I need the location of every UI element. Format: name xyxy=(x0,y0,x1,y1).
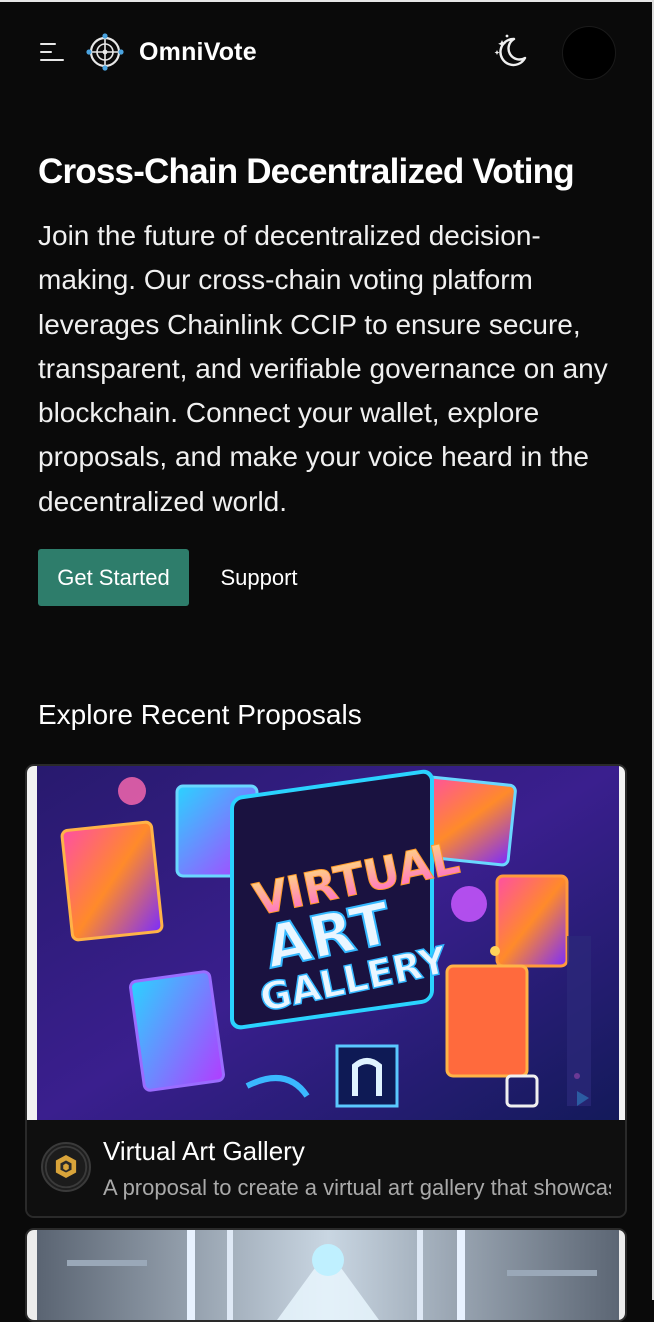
omnivote-logo-icon[interactable] xyxy=(86,33,124,71)
proposal-card[interactable]: VIRTUAL ART GALLERY Virtual Art Gallery … xyxy=(25,764,627,1218)
proposal-card-footer: Virtual Art Gallery A proposal to create… xyxy=(27,1120,625,1216)
proposal-token-icon xyxy=(41,1142,91,1192)
support-button[interactable]: Support xyxy=(204,549,314,606)
hero-description: Join the future of decentralized decisio… xyxy=(38,220,608,517)
brand-name[interactable]: OmniVote xyxy=(139,38,257,67)
proposal-image xyxy=(37,1230,619,1320)
proposal-title[interactable]: Virtual Art Gallery xyxy=(103,1136,305,1167)
section-title: Explore Recent Proposals xyxy=(38,699,362,730)
menu-icon[interactable] xyxy=(38,40,68,66)
proposal-card[interactable] xyxy=(25,1228,627,1322)
window-top-border xyxy=(0,0,654,2)
hero-title: Cross-Chain Decentralized Voting xyxy=(38,152,575,191)
wallet-avatar[interactable] xyxy=(562,26,616,80)
theme-toggle-icon[interactable] xyxy=(492,33,530,71)
proposal-image: VIRTUAL ART GALLERY xyxy=(37,766,619,1120)
proposal-description: A proposal to create a virtual art galle… xyxy=(103,1175,611,1200)
get-started-button[interactable]: Get Started xyxy=(38,549,189,606)
top-navbar: OmniVote xyxy=(0,22,654,82)
